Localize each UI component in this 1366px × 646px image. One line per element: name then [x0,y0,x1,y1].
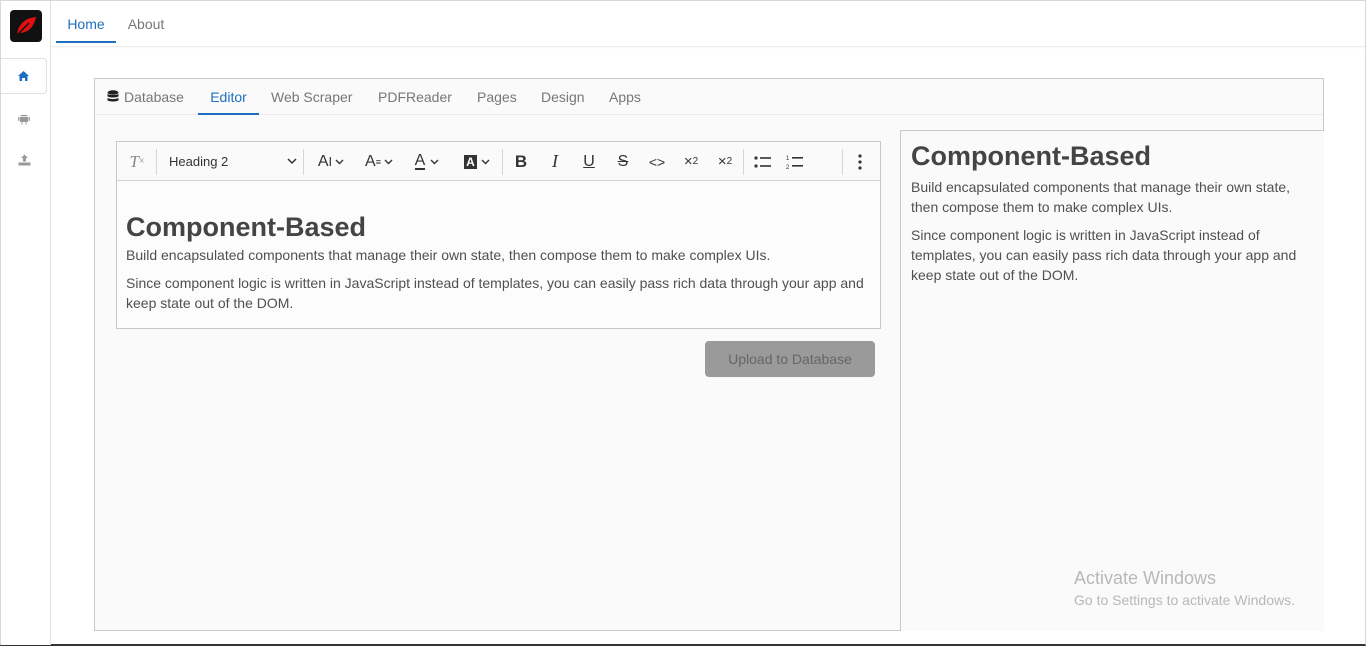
toolbar-separator [842,149,843,175]
strikethrough-icon[interactable]: S [611,149,635,174]
tab-design[interactable]: Design [541,79,585,115]
chevron-down-icon [287,158,297,165]
sidebar [1,1,51,645]
highlight-color-icon[interactable]: A [457,149,497,174]
watermark-subtitle: Go to Settings to activate Windows. [1074,592,1295,608]
font-color-icon[interactable]: A [409,149,445,174]
top-navigation: Home About [51,1,1365,47]
editor-paragraph-1: Build encapsulated components that manag… [126,247,771,263]
app-window: Home About Database Editor Web Scraper P… [0,0,1366,646]
numbered-list-icon[interactable]: 12 [783,149,807,174]
tab-pdfreader[interactable]: PDFReader [378,79,452,115]
font-size-icon[interactable]: AI [311,149,351,174]
heading-select[interactable]: Heading 2 [169,151,297,173]
subscript-icon[interactable]: × 2 [679,149,703,174]
editor-paragraph-2: Since component logic is written in Java… [126,275,864,311]
tab-pages[interactable]: Pages [477,79,517,115]
more-options-icon[interactable] [849,149,871,174]
svg-text:1: 1 [786,156,790,162]
toolbar-separator [156,149,157,175]
upload-icon [18,154,30,166]
sidebar-item-home[interactable] [1,58,47,94]
leaf-icon [16,17,36,36]
tab-database-label: Database [124,88,184,105]
upload-to-database-button[interactable]: Upload to Database [705,341,875,377]
preview-paragraph-1: Build encapsulated components that manag… [911,179,1291,215]
toolbar-separator [502,149,503,175]
home-icon [18,71,29,81]
clear-format-icon[interactable]: T × [125,149,149,174]
android-icon [18,114,30,124]
svg-text:2: 2 [786,165,790,170]
nav-home-tab[interactable]: Home [56,1,116,43]
toolbar-separator [303,149,304,175]
app-logo[interactable] [10,10,42,42]
code-icon[interactable]: <> [645,149,669,174]
rich-text-editor[interactable]: T × Heading 2 AI A ≡ A A B I U S <> × 2 × 2 [116,141,881,329]
editor-content[interactable]: Component-Based Build encapsulated compo… [126,182,870,313]
font-family-icon[interactable]: A ≡ [359,149,399,174]
toolbar-separator [743,149,744,175]
watermark-title: Activate Windows [1074,568,1217,588]
preview-heading: Component-Based [911,141,1152,171]
preview-pane: Component-Based Build encapsulated compo… [900,130,1324,631]
sidebar-item-upload[interactable] [1,142,47,178]
nav-about-tab[interactable]: About [121,1,171,43]
bold-icon[interactable]: B [509,149,533,174]
main-panel: Database Editor Web Scraper PDFReader Pa… [94,78,1324,631]
heading-select-value: Heading 2 [169,154,229,169]
tab-web-scraper[interactable]: Web Scraper [271,79,352,115]
activate-windows-watermark: Activate Windows Go to Settings to activ… [1074,568,1295,608]
preview-paragraph-2: Since component logic is written in Java… [911,227,1297,283]
superscript-icon[interactable]: × 2 [713,149,737,174]
editor-toolbar: T × Heading 2 AI A ≡ A A B I U S <> × 2 × 2 [117,142,880,181]
editor-heading: Component-Based [126,212,367,242]
database-icon [107,90,119,102]
tab-apps[interactable]: Apps [609,79,641,115]
sidebar-item-android[interactable] [1,100,47,136]
feature-tabs: Database Editor Web Scraper PDFReader Pa… [95,79,1323,115]
italic-icon[interactable]: I [543,149,567,174]
underline-icon[interactable]: U [577,149,601,174]
bulleted-list-icon[interactable] [751,149,775,174]
tab-database[interactable]: Database [107,79,184,115]
tab-editor[interactable]: Editor [198,79,259,115]
